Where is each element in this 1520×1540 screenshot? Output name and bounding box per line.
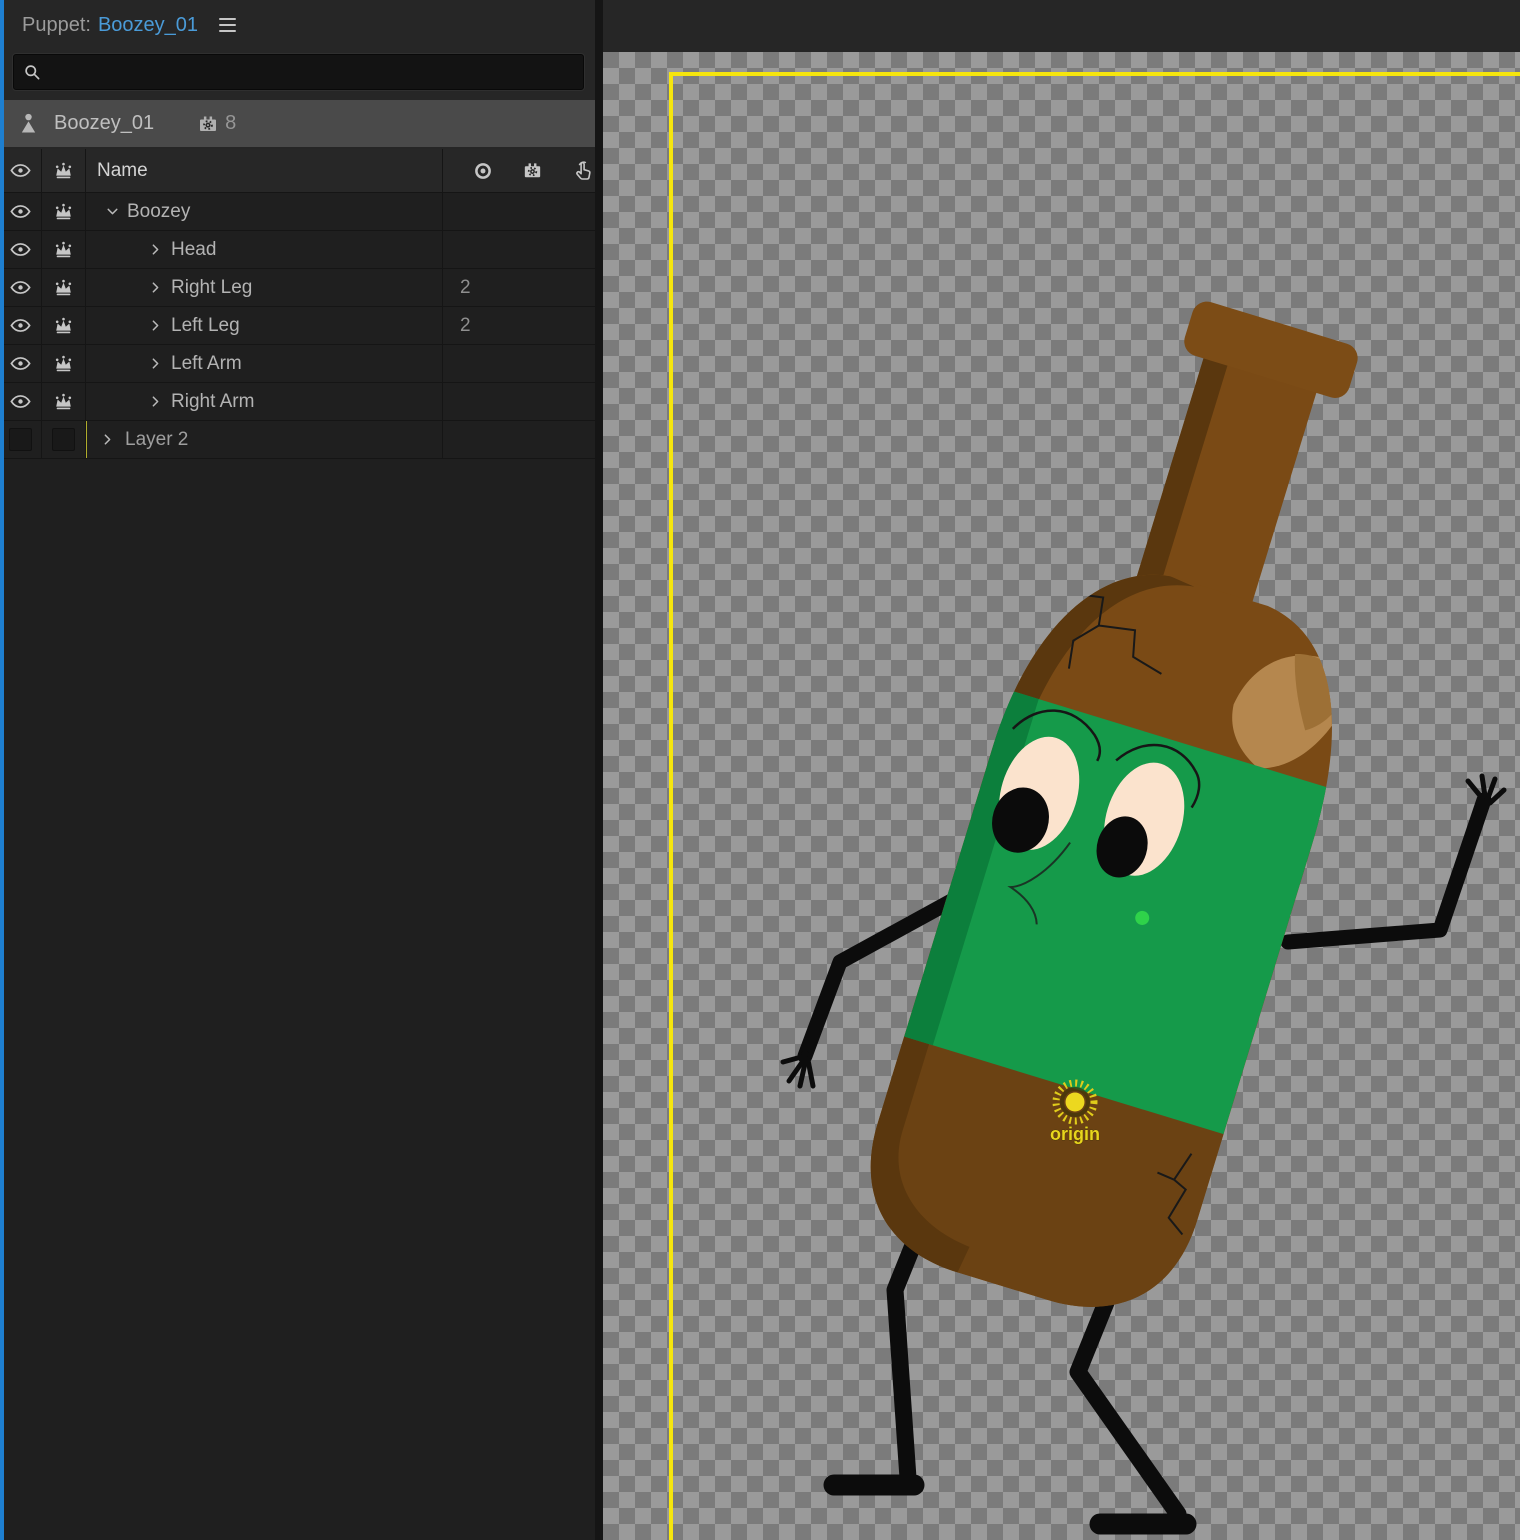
crown-icon[interactable] <box>52 352 75 375</box>
selected-puppet-row[interactable]: Boozey_01 8 <box>0 100 595 147</box>
crown-column-icon[interactable] <box>52 159 75 182</box>
visibility-column-eye-icon[interactable] <box>9 159 32 182</box>
search-icon <box>22 62 43 83</box>
right-hand-fingers <box>780 1053 816 1089</box>
panel-top-section: Puppet: Boozey_01 Boozey_01 8 <box>0 0 595 149</box>
scene-canvas[interactable]: origin <box>595 0 1520 1540</box>
left-hand-fingers <box>1465 773 1507 806</box>
chevron-down-icon[interactable] <box>104 203 121 220</box>
puppet-stage: origin <box>669 72 1520 1540</box>
panel-focus-accent <box>0 0 4 1540</box>
layer-label: Left Leg <box>171 314 240 336</box>
crown-icon[interactable] <box>52 276 75 299</box>
layer-value <box>443 345 595 382</box>
chevron-right-icon[interactable] <box>147 279 164 296</box>
tree-header-row: Name <box>0 149 595 193</box>
bottle-body-group[interactable] <box>832 277 1464 1348</box>
layer-value: 2 <box>460 276 471 298</box>
layer-value <box>443 421 595 458</box>
search-wrap <box>0 50 595 100</box>
behavior-badge-group: 8 <box>196 112 236 136</box>
layer-row-boozey[interactable]: Boozey <box>0 193 595 231</box>
search-box[interactable] <box>13 54 584 90</box>
eye-icon[interactable] <box>9 276 32 299</box>
layer-value <box>443 193 595 230</box>
crown-icon[interactable] <box>52 390 75 413</box>
eye-icon[interactable] <box>9 200 32 223</box>
selected-puppet-name: Boozey_01 <box>54 112 155 134</box>
chevron-right-icon[interactable] <box>147 241 164 258</box>
crown-empty-checkbox[interactable] <box>52 428 75 451</box>
crown-icon[interactable] <box>52 238 75 261</box>
puppet-header: Puppet: Boozey_01 <box>0 0 595 50</box>
layer-label: Right Arm <box>171 390 255 412</box>
chevron-right-icon[interactable] <box>99 431 116 448</box>
puppet-header-label: Puppet: <box>22 13 91 36</box>
layer-row-left-arm[interactable]: Left Arm <box>0 345 595 383</box>
puppet-panel: Puppet: Boozey_01 Boozey_01 8 Name Booze… <box>0 0 595 1540</box>
layer-value: 2 <box>460 314 471 336</box>
puppet-name-link[interactable]: Boozey_01 <box>98 14 198 37</box>
layer-label: Boozey <box>127 200 191 222</box>
record-toggle-icon[interactable] <box>472 160 494 182</box>
behaviors-column-icon[interactable] <box>521 159 544 182</box>
layer-row-head[interactable]: Head <box>0 231 595 269</box>
chevron-right-icon[interactable] <box>147 355 164 372</box>
layer-value <box>443 383 595 420</box>
layer-row-right-arm[interactable]: Right Arm <box>0 383 595 421</box>
layer-label: Left Arm <box>171 352 242 374</box>
layer-label: Right Leg <box>171 276 253 298</box>
visibility-empty-checkbox[interactable] <box>9 428 32 451</box>
right-leg[interactable] <box>1069 1269 1187 1523</box>
layer-label: Head <box>171 238 217 260</box>
layer-row-right-leg[interactable]: Right Leg 2 <box>0 269 595 307</box>
chevron-right-icon[interactable] <box>147 393 164 410</box>
drag-handle-hand-icon[interactable] <box>571 159 595 183</box>
layer-row-layer-2[interactable]: Layer 2 <box>0 421 595 459</box>
eye-icon[interactable] <box>9 314 32 337</box>
behaviors-badge-icon <box>196 112 220 136</box>
character-animator-puppet-panel: Puppet: Boozey_01 Boozey_01 8 Name Booze… <box>0 0 1520 1540</box>
origin-label: origin <box>1050 1124 1100 1144</box>
behavior-count: 8 <box>225 112 237 134</box>
layer-label: Layer 2 <box>125 428 189 450</box>
search-input[interactable] <box>51 62 575 82</box>
chevron-right-icon[interactable] <box>147 317 164 334</box>
layer-row-left-leg[interactable]: Left Leg 2 <box>0 307 595 345</box>
origin-center-dot <box>1065 1092 1085 1112</box>
layer-value <box>443 231 595 268</box>
puppet-character[interactable]: origin <box>780 277 1507 1535</box>
eye-icon[interactable] <box>9 238 32 261</box>
crown-icon[interactable] <box>52 314 75 337</box>
panel-menu-icon[interactable] <box>215 14 240 36</box>
crown-icon[interactable] <box>52 200 75 223</box>
eye-icon[interactable] <box>9 352 32 375</box>
name-column-header: Name <box>97 159 148 181</box>
puppet-person-icon <box>16 111 41 136</box>
eye-icon[interactable] <box>9 390 32 413</box>
layer2-accent-bar <box>86 421 87 458</box>
